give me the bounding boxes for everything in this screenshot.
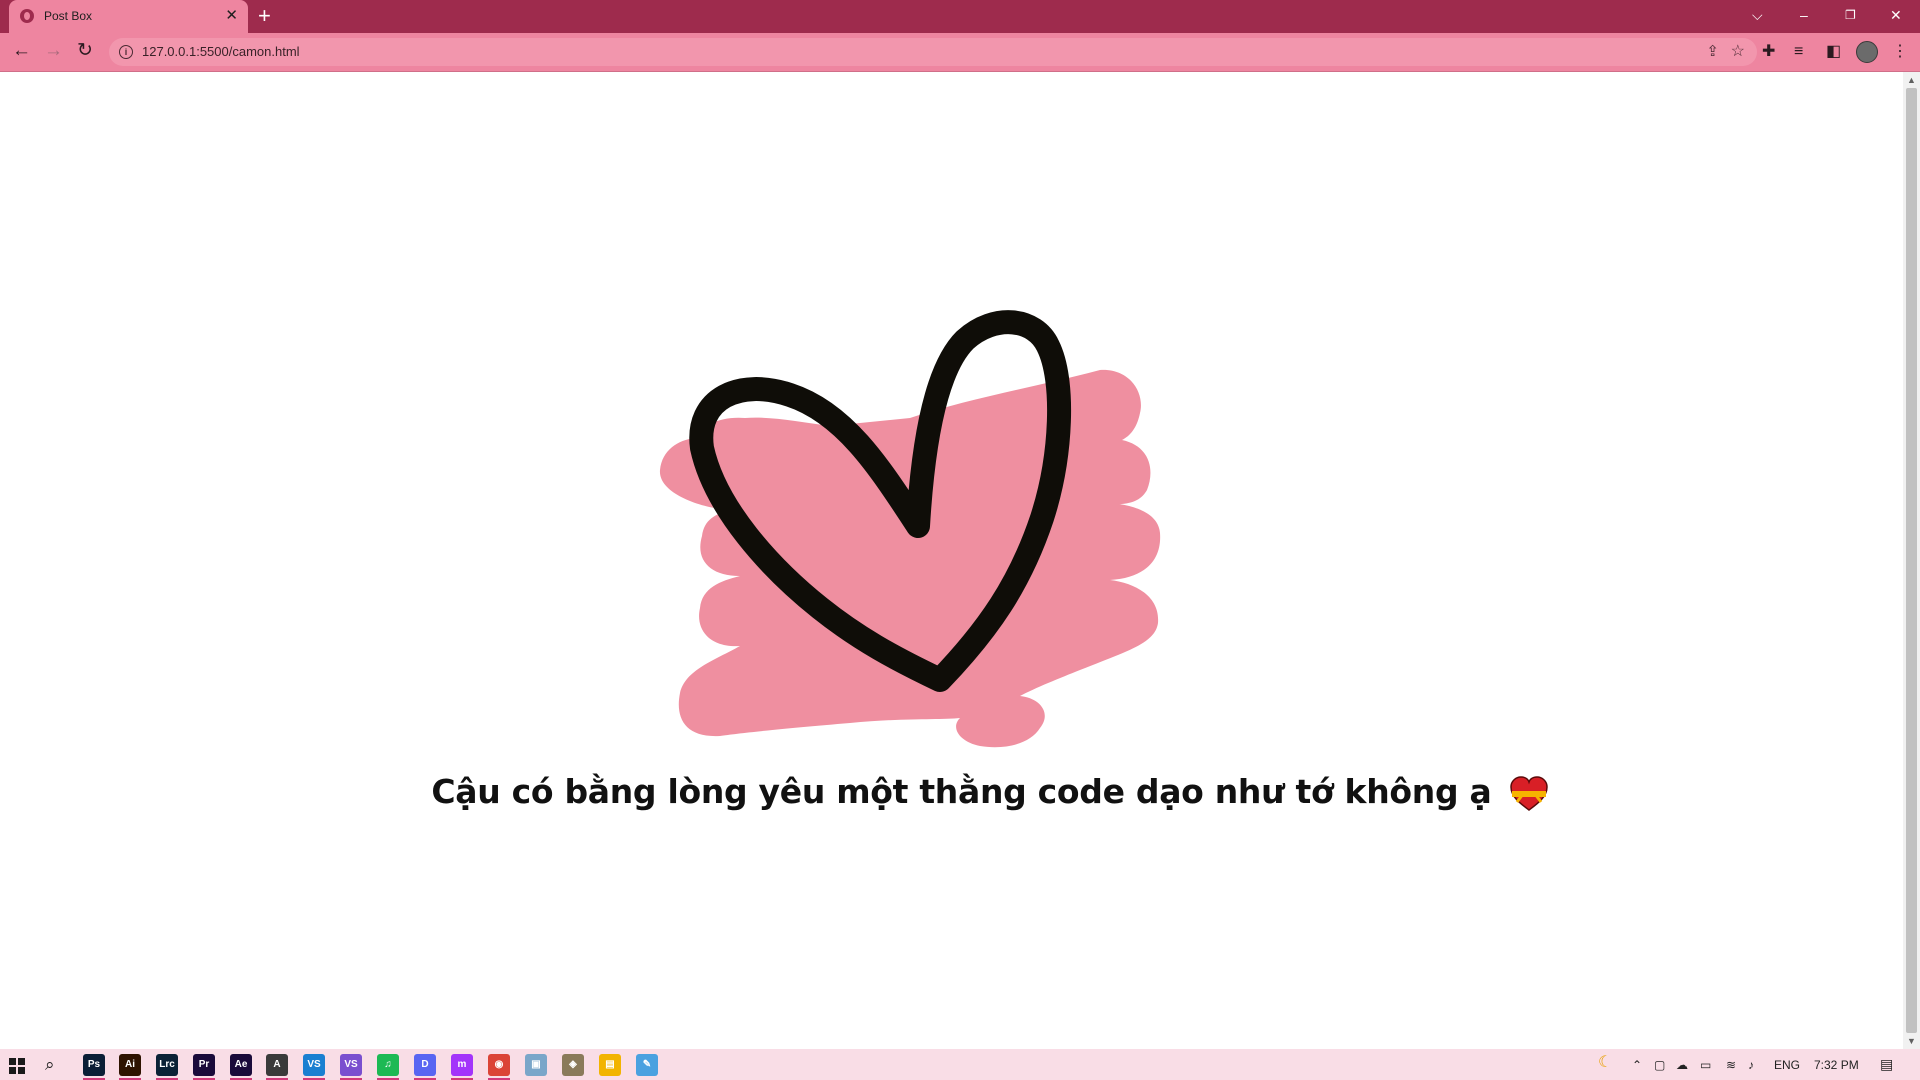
taskbar-illustrator-icon[interactable]: Ai bbox=[119, 1054, 141, 1080]
onedrive-cloud-icon[interactable]: ☁ bbox=[1676, 1057, 1688, 1073]
side-panel-icon[interactable]: ◧ bbox=[1826, 42, 1841, 62]
scroll-down-arrow-icon[interactable]: ▼ bbox=[1907, 1036, 1916, 1046]
reload-button[interactable]: ↻ bbox=[77, 41, 93, 61]
taskbar-chrome-icon[interactable]: ◉ bbox=[488, 1054, 510, 1080]
extensions-puzzle-icon[interactable]: ✚ bbox=[1762, 42, 1775, 62]
clock-time[interactable]: 7:32 PM bbox=[1814, 1057, 1859, 1073]
new-tab-button[interactable]: + bbox=[258, 3, 271, 29]
browser-menu-icon[interactable]: ⋮ bbox=[1892, 42, 1908, 62]
language-indicator[interactable]: ENG bbox=[1774, 1057, 1800, 1073]
browser-toolbar: ← → ↻ i 127.0.0.1:5500/camon.html ⇪ ☆ ✚ … bbox=[0, 33, 1920, 72]
forward-button[interactable]: → bbox=[44, 41, 63, 61]
taskbar-photoshop-icon[interactable]: Ps bbox=[83, 1054, 105, 1080]
bookmark-star-icon[interactable]: ☆ bbox=[1731, 41, 1745, 61]
taskbar-messenger-icon[interactable]: m bbox=[451, 1054, 473, 1080]
tab-title: Post Box bbox=[44, 9, 93, 23]
heart-brush-fill bbox=[659, 369, 1161, 748]
notification-center-icon[interactable]: ▤ bbox=[1880, 1056, 1893, 1072]
show-hidden-icons-chevron-icon[interactable]: ⌃ bbox=[1632, 1057, 1642, 1073]
love-question-text: Cậu có bằng lòng yêu một thằng code dạo … bbox=[0, 772, 1920, 812]
back-button[interactable]: ← bbox=[12, 41, 31, 61]
taskbar-photos-icon[interactable]: ▣ bbox=[525, 1054, 547, 1076]
tab-close-icon[interactable]: ✕ bbox=[225, 6, 238, 26]
night-light-moon-icon[interactable]: ☾ bbox=[1598, 1055, 1612, 1071]
tab-post-box[interactable]: Post Box ✕ bbox=[9, 0, 248, 33]
taskbar-autocad-icon[interactable]: A bbox=[266, 1054, 288, 1080]
media-queue-icon[interactable]: ≡ bbox=[1794, 42, 1803, 62]
share-icon[interactable]: ⇪ bbox=[1706, 42, 1719, 60]
site-info-icon[interactable]: i bbox=[119, 45, 133, 59]
taskbar-after-effects-icon[interactable]: Ae bbox=[230, 1054, 252, 1080]
wifi-icon[interactable]: ≋ bbox=[1726, 1057, 1736, 1073]
taskbar-spotify-icon[interactable]: ♫ bbox=[377, 1054, 399, 1080]
scrollbar-thumb[interactable] bbox=[1906, 88, 1917, 1033]
page-scrollbar[interactable]: ▲ ▼ bbox=[1903, 72, 1920, 1049]
windows-start-icon[interactable] bbox=[9, 1058, 25, 1074]
volume-icon[interactable]: ♪ bbox=[1748, 1057, 1754, 1073]
minimize-button[interactable]: – bbox=[1800, 5, 1808, 25]
page-favicon-icon bbox=[20, 9, 34, 23]
tab-search-dropdown-icon[interactable]: ⌵ bbox=[1752, 5, 1763, 25]
restore-button[interactable]: ❐ bbox=[1845, 5, 1856, 25]
taskbar-discord-icon[interactable]: D bbox=[414, 1054, 436, 1080]
windows-taskbar: ⌕ Ps Ai Lrc Pr Ae A VS VS ♫ Dm ◉ ▣ ◈ ▤ ✎ ☾ ⌃ ▢ ☁ ▭ ≋ ♪… bbox=[0, 1049, 1920, 1080]
taskbar-visual-studio-icon[interactable]: VS bbox=[340, 1054, 362, 1080]
heart-ribbon-emoji-icon bbox=[1509, 775, 1548, 811]
taskbar-vscode-icon[interactable]: VS bbox=[303, 1054, 325, 1080]
taskbar-lightroom-classic-icon[interactable]: Lrc bbox=[156, 1054, 178, 1080]
taskbar-paint-icon[interactable]: ✎ bbox=[636, 1054, 658, 1076]
taskbar-file-explorer-icon[interactable]: ▤ bbox=[599, 1054, 621, 1076]
profile-avatar[interactable] bbox=[1856, 41, 1878, 63]
browser-titlebar: Post Box ✕ + ⌵ – ❐ ✕ bbox=[0, 0, 1920, 33]
battery-icon[interactable]: ▭ bbox=[1700, 1057, 1711, 1073]
heart-illustration bbox=[659, 310, 1161, 748]
url-text[interactable]: 127.0.0.1:5500/camon.html bbox=[142, 44, 300, 59]
taskbar-gimp-icon[interactable]: ◈ bbox=[562, 1054, 584, 1076]
taskbar-premiere-icon[interactable]: Pr bbox=[193, 1054, 215, 1080]
search-icon[interactable]: ⌕ bbox=[45, 1055, 55, 1075]
scroll-up-arrow-icon[interactable]: ▲ bbox=[1907, 75, 1916, 85]
meet-now-icon[interactable]: ▢ bbox=[1654, 1057, 1665, 1073]
address-bar[interactable]: i 127.0.0.1:5500/camon.html ⇪ ☆ bbox=[109, 38, 1757, 66]
message-text: Cậu có bằng lòng yêu một thằng code dạo … bbox=[431, 772, 1492, 811]
close-window-button[interactable]: ✕ bbox=[1890, 5, 1902, 25]
